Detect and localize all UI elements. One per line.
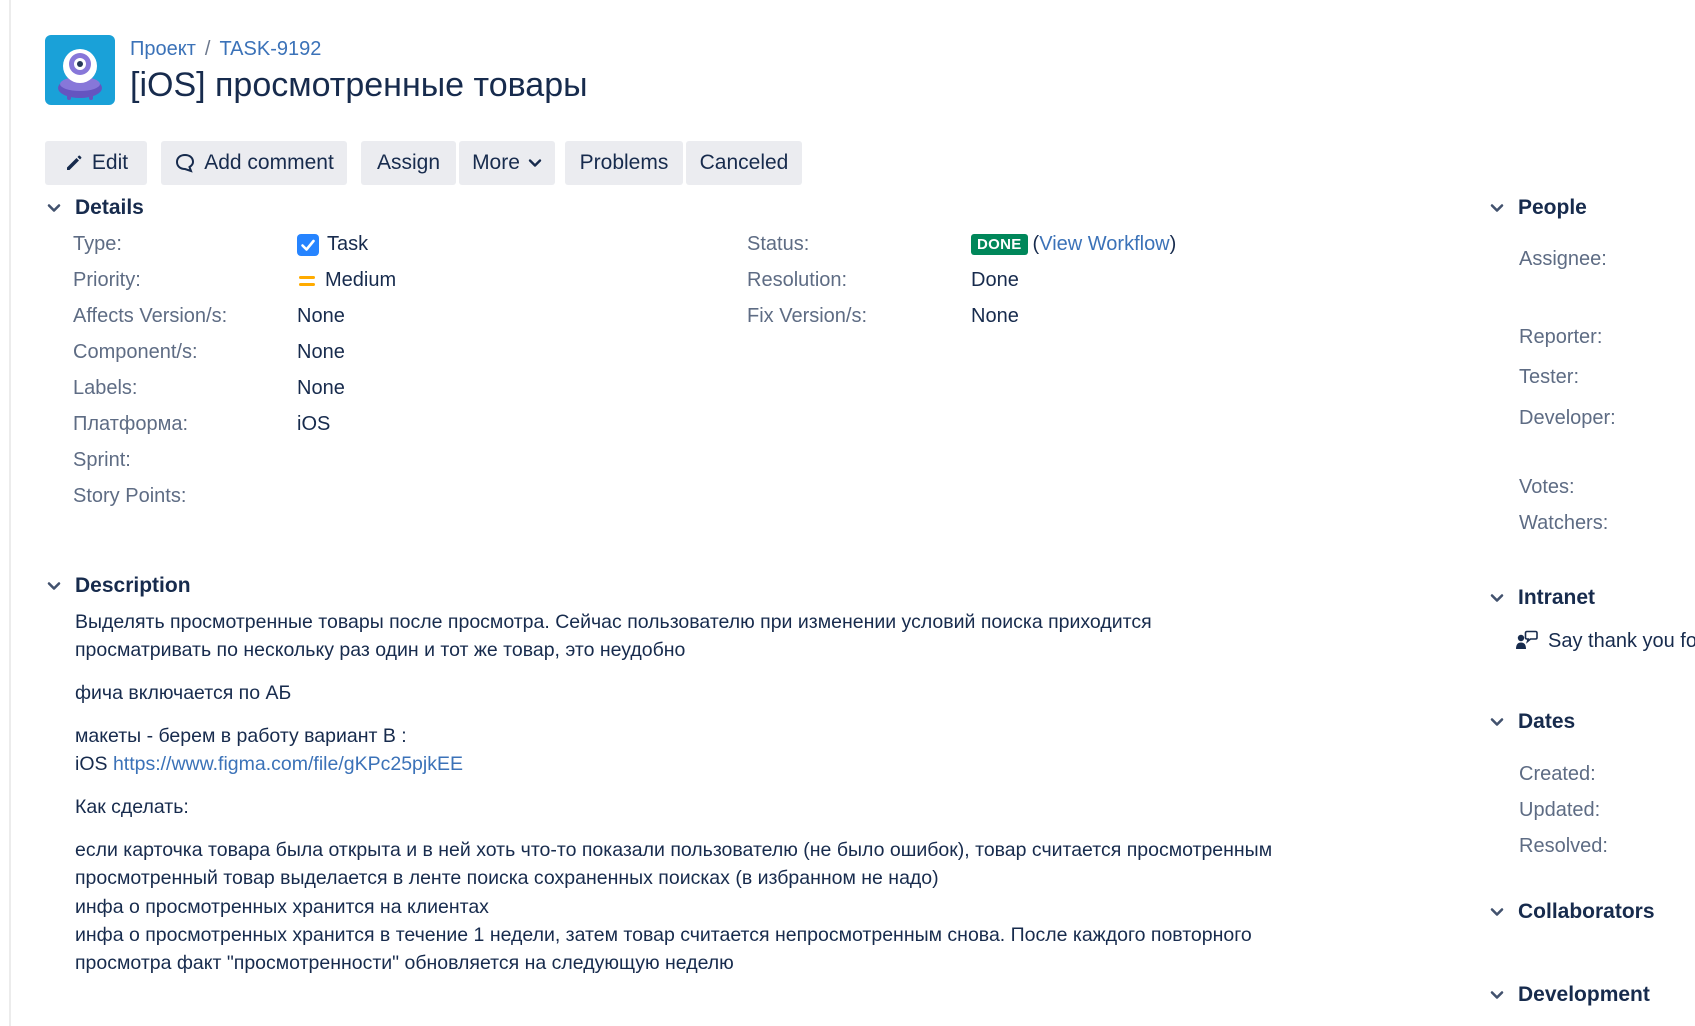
description-line: макеты - берем в работу вариант В : — [75, 725, 407, 747]
breadcrumb-issue-key-link[interactable]: TASK-9192 — [219, 38, 321, 61]
affects-version-value: None — [297, 305, 345, 327]
edit-button[interactable]: Edit — [45, 141, 147, 185]
priority-medium-icon — [299, 275, 315, 286]
platform-value: iOS — [297, 413, 331, 435]
description-heading: Description — [75, 574, 191, 597]
priority-value: Medium — [297, 269, 396, 292]
chevron-down-icon — [1490, 718, 1504, 726]
chevron-down-icon — [47, 582, 61, 590]
pencil-icon — [66, 155, 82, 170]
votes-label: Votes: — [1519, 476, 1575, 498]
tester-label: Tester: — [1519, 366, 1580, 388]
chevron-down-icon — [528, 159, 542, 167]
description-section-toggle[interactable]: Description — [45, 574, 191, 598]
collaborators-heading: Collaborators — [1518, 900, 1655, 923]
status-value: DONE (View Workflow) — [971, 233, 1176, 256]
canceled-button-label: Canceled — [699, 151, 789, 174]
description-line: просмотра факт "просмотренности" обновля… — [75, 952, 734, 974]
description-line: Выделять просмотренные товары после прос… — [75, 611, 1152, 633]
description-line: просмотренный товар выделается в ленте п… — [75, 867, 939, 889]
development-section-toggle[interactable]: Development — [1488, 983, 1650, 1007]
dates-heading: Dates — [1518, 710, 1576, 733]
chevron-down-icon — [1490, 204, 1504, 212]
assign-button-label: Assign — [376, 151, 441, 174]
development-heading: Development — [1518, 983, 1650, 1006]
labels-label: Labels: — [73, 377, 138, 399]
component-label: Component/s: — [73, 341, 198, 363]
say-thank-you-link[interactable]: Say thank you for — [1514, 629, 1695, 653]
assignee-label: Assignee: — [1519, 248, 1607, 270]
description-line: инфа о просмотренных хранится на клиента… — [75, 896, 489, 918]
canceled-button[interactable]: Canceled — [686, 141, 802, 185]
people-heading: People — [1518, 196, 1587, 219]
workflow-paren-close: ) — [1169, 233, 1177, 255]
priority-label: Priority: — [73, 269, 141, 291]
thank-you-icon — [1516, 630, 1538, 649]
fix-version-value: None — [971, 305, 1019, 327]
description-line: Как сделать: — [75, 796, 189, 818]
view-workflow-link[interactable]: View Workflow — [1039, 233, 1169, 255]
description-line: если карточка товара была открыта и в не… — [75, 839, 1273, 861]
updated-label: Updated: — [1519, 799, 1601, 821]
edit-button-label: Edit — [91, 151, 129, 174]
watchers-label: Watchers: — [1519, 512, 1609, 534]
dates-section-toggle[interactable]: Dates — [1488, 710, 1575, 734]
project-avatar-icon[interactable] — [45, 35, 115, 105]
created-label: Created: — [1519, 763, 1596, 785]
type-value-text: Task — [327, 233, 369, 255]
component-value: None — [297, 341, 345, 363]
description-line: просматривать по нескольку раз один и то… — [75, 639, 686, 661]
developer-label: Developer: — [1519, 407, 1616, 429]
status-label: Status: — [747, 233, 810, 255]
left-border — [9, 0, 11, 1026]
intranet-section-toggle[interactable]: Intranet — [1488, 586, 1595, 610]
add-comment-button-label: Add comment — [204, 151, 334, 174]
more-button[interactable]: More — [459, 141, 555, 185]
chevron-down-icon — [1490, 594, 1504, 602]
breadcrumb-separator: / — [204, 38, 211, 60]
breadcrumb-project-link[interactable]: Проект — [130, 38, 196, 61]
problems-button[interactable]: Problems — [565, 141, 683, 185]
figma-link[interactable]: https://www.figma.com/file/gKPc25pjkEE — [113, 753, 463, 775]
chevron-down-icon — [1490, 908, 1504, 916]
breadcrumb: Проект / TASK-9192 — [130, 38, 321, 61]
chevron-down-icon — [47, 204, 61, 212]
issue-title[interactable]: [iOS] просмотренные товары — [130, 66, 588, 105]
people-section-toggle[interactable]: People — [1488, 196, 1587, 220]
resolved-label: Resolved: — [1519, 835, 1608, 857]
figma-prefix: iOS — [75, 753, 108, 775]
say-thank-you-text: Say thank you for — [1548, 629, 1695, 652]
sprint-label: Sprint: — [73, 449, 131, 471]
priority-value-text: Medium — [325, 269, 397, 291]
comment-icon — [176, 153, 195, 173]
intranet-heading: Intranet — [1518, 586, 1596, 609]
assign-button[interactable]: Assign — [361, 141, 456, 185]
collaborators-section-toggle[interactable]: Collaborators — [1488, 900, 1655, 924]
labels-value: None — [297, 377, 345, 399]
type-value: Task — [297, 233, 368, 256]
task-checkbox-icon — [297, 233, 319, 256]
platform-label: Платформа: — [73, 413, 189, 435]
chevron-down-icon — [1490, 991, 1504, 999]
story-points-label: Story Points: — [73, 485, 187, 507]
fix-version-label: Fix Version/s: — [747, 305, 868, 327]
reporter-label: Reporter: — [1519, 326, 1603, 348]
affects-version-label: Affects Version/s: — [73, 305, 228, 327]
resolution-label: Resolution: — [747, 269, 848, 291]
add-comment-button[interactable]: Add comment — [161, 141, 347, 185]
description-line: инфа о просмотренных хранится в течение … — [75, 924, 1252, 946]
problems-button-label: Problems — [579, 151, 669, 174]
resolution-value: Done — [971, 269, 1019, 291]
description-line: фича включается по АБ — [75, 682, 292, 704]
more-button-label: More — [472, 151, 520, 174]
type-label: Type: — [73, 233, 122, 255]
description-line-figma: iOS https://www.figma.com/file/gKPc25pjk… — [75, 753, 463, 776]
details-section-toggle[interactable]: Details — [45, 196, 144, 220]
details-heading: Details — [75, 196, 144, 219]
status-badge[interactable]: DONE — [971, 234, 1028, 255]
